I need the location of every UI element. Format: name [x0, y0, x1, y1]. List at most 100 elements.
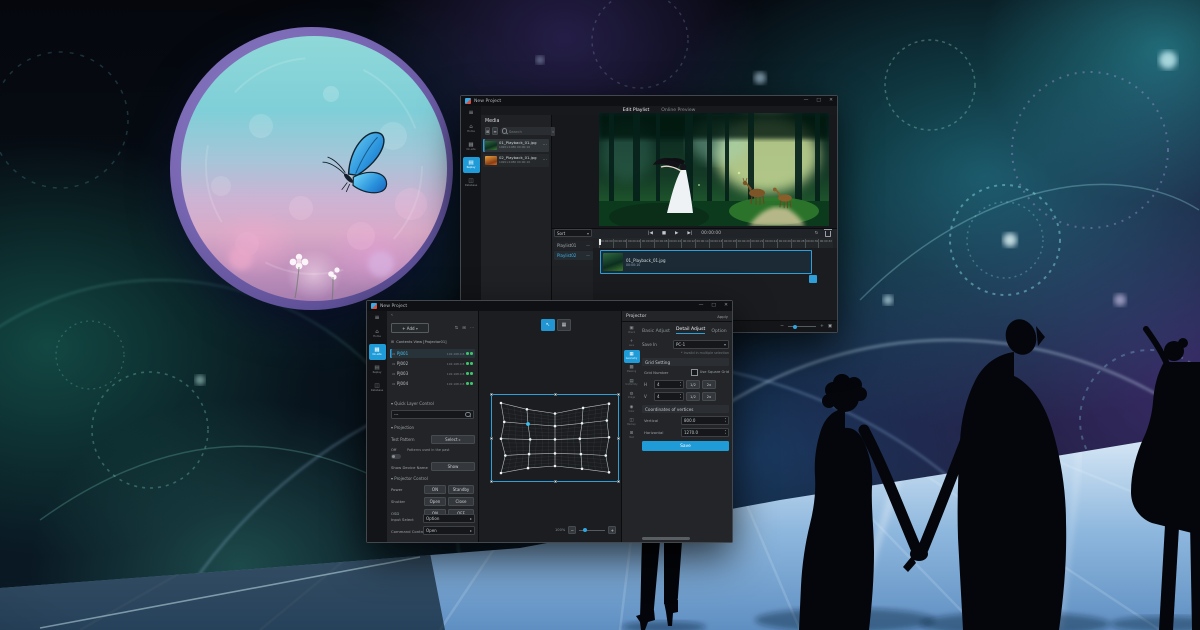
close-button[interactable]: ✕ — [724, 304, 728, 309]
mesh-vertex[interactable] — [554, 412, 557, 415]
tab-basic-adjust[interactable]: Basic Adjust — [642, 329, 670, 334]
loop-icon[interactable]: ↻ — [815, 231, 819, 236]
mesh-tool-button[interactable]: ▦ — [557, 319, 571, 331]
zoom-in-icon[interactable]: + — [820, 324, 824, 329]
sidebar-item-on-site[interactable]: ▦On-site — [369, 344, 386, 360]
rail-item-lens[interactable]: +Lens — [624, 337, 640, 350]
view-icon[interactable]: ⊞ — [462, 325, 466, 330]
media-item[interactable]: 02_Playback_01.jpg1920×1080 00:00:10⋯ — [483, 154, 549, 167]
command-control-dropdown[interactable]: Open▸ — [423, 526, 475, 535]
projector-control-header[interactable]: ▾ Projector Control — [391, 476, 428, 481]
close-button[interactable]: ✕ — [829, 99, 833, 104]
mesh-vertex[interactable] — [500, 472, 503, 475]
clip-end-handle[interactable] — [809, 275, 817, 283]
zoom-out-icon[interactable]: − — [780, 324, 784, 329]
horizontal-input[interactable]: 1270.0▴▾ — [681, 428, 729, 437]
control-button-open[interactable]: Open — [424, 497, 446, 506]
sidebar-item-on-site[interactable]: ▦On-site — [463, 139, 480, 155]
stop-button[interactable]: ■ — [662, 231, 666, 236]
mesh-vertex[interactable] — [608, 471, 611, 474]
rail-item-masking[interactable]: ▩Masking — [624, 364, 640, 377]
test-pattern-button[interactable]: Select ▸ — [431, 435, 475, 444]
fit-view-icon[interactable]: ▣ — [828, 324, 832, 329]
mesh-vertex[interactable] — [608, 436, 611, 439]
device-row[interactable]: ▭PJ002192.168.0.8 — [390, 359, 475, 368]
rail-item-geometry[interactable]: ▦Geometry — [624, 350, 640, 363]
save-in-dropdown[interactable]: PC-1▾ — [673, 340, 729, 349]
control-button-on[interactable]: ON — [424, 485, 446, 494]
canvas-zoom-in-button[interactable]: + — [608, 526, 616, 534]
media-item[interactable]: 01_Playback_01.jpg1920×1080 00:00:10⋯ — [483, 139, 549, 152]
trash-icon[interactable] — [825, 231, 832, 237]
more-icon[interactable]: ⋯ — [543, 143, 548, 148]
more-icon[interactable]: ⋯ — [470, 325, 474, 330]
more-icon[interactable]: ⋯ — [543, 158, 548, 163]
panel-collapse-handle[interactable]: ‹ — [551, 127, 555, 136]
mesh-vertex[interactable] — [554, 425, 557, 428]
control-button-standby[interactable]: Standby — [448, 485, 474, 494]
media-grid-view-button[interactable]: ⊞ — [485, 127, 490, 135]
skip-forward-button[interactable]: ▶| — [687, 231, 692, 236]
panel-collapse-icon[interactable]: ‹ — [391, 313, 393, 318]
preview-video[interactable] — [599, 113, 829, 226]
mesh-vertex[interactable] — [581, 468, 584, 471]
mesh-vertex[interactable] — [554, 452, 557, 455]
v-half-button[interactable]: 1/2 — [686, 392, 700, 401]
device-row[interactable]: ▭PJ003192.168.0.8 — [390, 369, 475, 378]
sidebar-item-replay[interactable]: ▤Replay — [369, 362, 386, 378]
sidebar-item-home[interactable]: ⌂Home — [369, 326, 386, 342]
timeline-clip[interactable]: 01_Playback_01.jpg 00:00:10 — [600, 250, 812, 274]
menu-icon[interactable]: ≡ — [468, 109, 473, 116]
projection-header[interactable]: ▾ Projection — [391, 425, 414, 430]
zoom-slider[interactable] — [788, 326, 816, 327]
square-grid-checkbox[interactable] — [691, 369, 698, 376]
warp-mesh[interactable] — [492, 395, 618, 481]
add-button[interactable]: + Add ▾ — [391, 323, 429, 333]
collapse-dash-icon[interactable]: — — [586, 243, 590, 248]
rail-item-backup[interactable]: ◫Backup — [624, 416, 640, 429]
device-row[interactable]: ▭PJ001192.168.0.8 — [390, 349, 475, 358]
playlist-row[interactable]: Playlist01— — [554, 241, 593, 250]
menu-icon[interactable]: ≡ — [374, 314, 379, 321]
tab-option[interactable]: Option — [711, 329, 726, 334]
h-input[interactable]: 4▴▾ — [654, 380, 684, 389]
mesh-vertex[interactable] — [528, 453, 531, 456]
filter-icon[interactable]: ⇅ — [455, 325, 459, 330]
mesh-vertex[interactable] — [582, 407, 585, 410]
show-device-button[interactable]: Show — [431, 462, 475, 471]
collapse-dash-icon[interactable]: — — [586, 253, 590, 258]
sidebar-item-database[interactable]: ◫Database — [463, 175, 480, 191]
minimize-button[interactable]: — — [804, 99, 809, 104]
canvas-zoom-out-button[interactable]: − — [568, 526, 576, 534]
device-row[interactable]: ▭PJ004192.168.0.8 — [390, 379, 475, 388]
mesh-vertex[interactable] — [526, 408, 529, 411]
play-button[interactable]: ▶ — [675, 231, 678, 236]
mesh-vertex[interactable] — [606, 419, 609, 422]
rail-item-check[interactable]: ▣Check — [624, 324, 640, 337]
vertical-input[interactable]: 800.0▴▾ — [681, 416, 729, 425]
skip-back-button[interactable]: |◀ — [648, 231, 653, 236]
mesh-vertex[interactable] — [581, 422, 584, 425]
v-double-button[interactable]: 2x — [702, 392, 716, 401]
mesh-vertex[interactable] — [554, 438, 557, 441]
mesh-vertex[interactable] — [554, 465, 557, 468]
sidebar-item-home[interactable]: ⌂Home — [463, 121, 480, 137]
rail-item-uniformity[interactable]: ▤Uniformity — [624, 377, 640, 390]
pattern-toggle[interactable] — [391, 454, 401, 459]
rail-item-color[interactable]: ◉Color — [624, 403, 640, 416]
canvas-zoom-slider[interactable] — [579, 530, 605, 531]
sidebar-item-database[interactable]: ◫Database — [369, 380, 386, 396]
apply-button[interactable]: Apply — [717, 314, 728, 319]
rail-item-image[interactable]: ⚙Image — [624, 390, 640, 403]
mesh-vertex[interactable] — [579, 437, 582, 440]
mesh-vertex[interactable] — [503, 421, 506, 424]
playhead[interactable] — [599, 239, 601, 245]
control-button-close[interactable]: Close — [448, 497, 474, 506]
quick-layer-select[interactable]: --- — [391, 410, 474, 419]
mesh-vertex[interactable] — [608, 402, 611, 405]
hscrollbar[interactable] — [642, 537, 690, 540]
input-select-dropdown[interactable]: Option▸ — [423, 514, 475, 523]
mesh-vertex[interactable] — [500, 402, 503, 405]
save-button[interactable]: Save — [642, 441, 729, 451]
tree-header[interactable]: ⊞ Contents View [Projector01] — [391, 339, 476, 344]
